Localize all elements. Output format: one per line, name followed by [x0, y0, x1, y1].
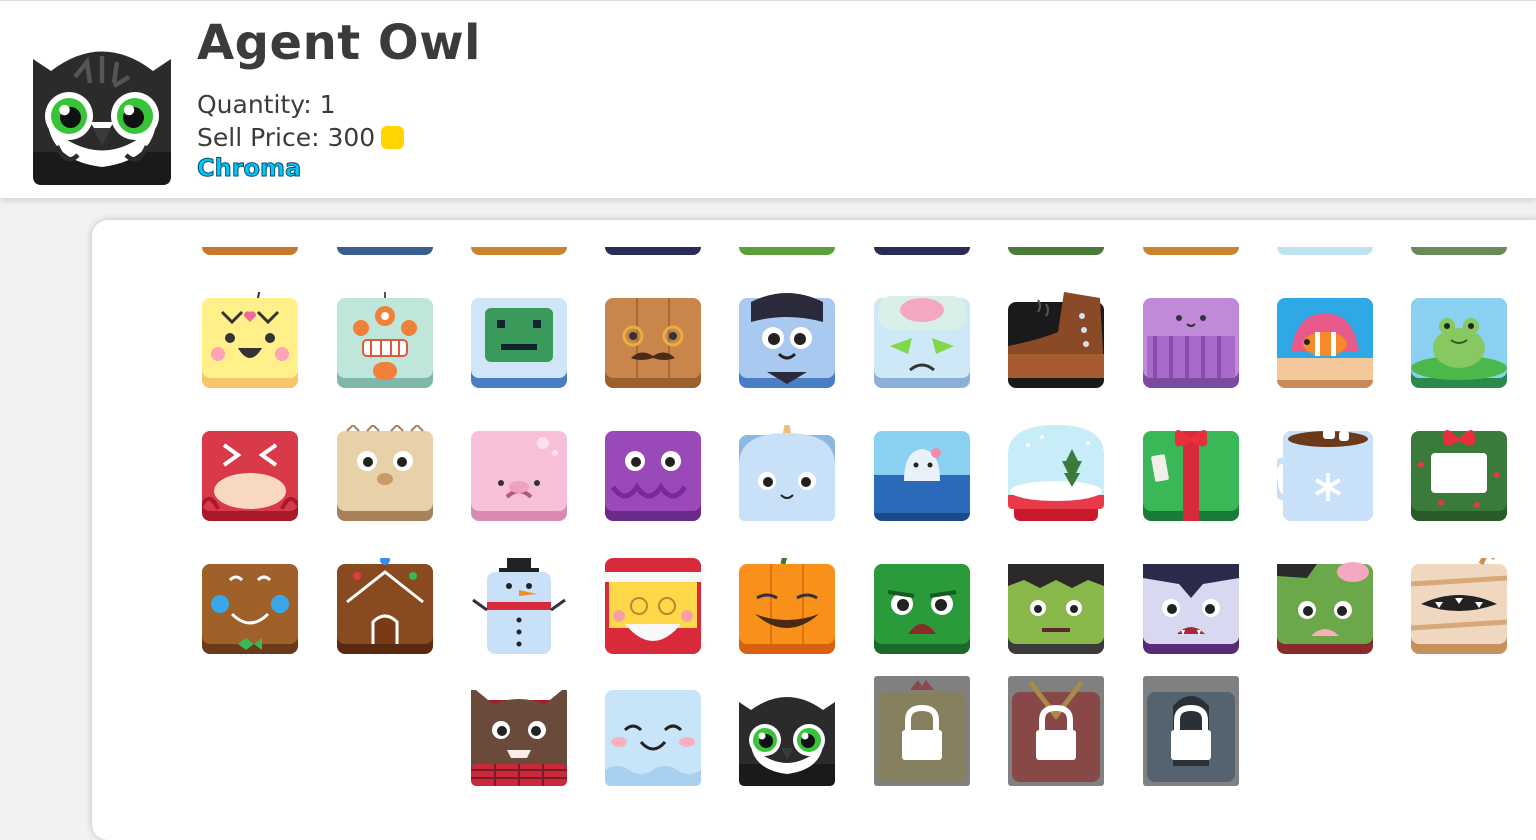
blook-lovely-bot[interactable]: [202, 292, 298, 388]
blook-snow-globe[interactable]: [1008, 425, 1104, 521]
blook-tile-partial[interactable]: [471, 247, 567, 255]
blook-santa-claus[interactable]: [605, 558, 701, 654]
blook-ghost[interactable]: [605, 690, 701, 786]
blook-crab[interactable]: [202, 425, 298, 521]
blook-frankenstein[interactable]: [1008, 558, 1104, 654]
blook-locked-2[interactable]: [1008, 676, 1104, 786]
sell-price-label: Sell Price: 300: [197, 123, 376, 152]
blook-pumpkin[interactable]: [739, 558, 835, 654]
blook-narwhal[interactable]: [739, 425, 835, 521]
sell-price-row: Sell Price: 300: [197, 122, 405, 154]
blook-gingerbread-house[interactable]: [337, 558, 433, 654]
blook-tile-partial[interactable]: [1277, 247, 1373, 255]
blook-clownfish[interactable]: [1277, 292, 1373, 388]
blook-holiday-gift[interactable]: [1143, 425, 1239, 521]
blook-tile-partial[interactable]: [337, 247, 433, 255]
blook-tile-partial[interactable]: [1008, 247, 1104, 255]
blook-zombie[interactable]: [1277, 558, 1373, 654]
blook-baby-shark[interactable]: [874, 425, 970, 521]
blook-grid-panel[interactable]: [92, 220, 1536, 840]
agent-owl-avatar: [30, 41, 174, 185]
blook-tile-partial[interactable]: [739, 247, 835, 255]
blook-agent-owl[interactable]: [739, 690, 835, 786]
blook-jellyfish[interactable]: [1143, 292, 1239, 388]
blook-blobfish[interactable]: [471, 425, 567, 521]
blook-holiday-wreath[interactable]: [1411, 425, 1507, 521]
blook-name: Agent Owl: [197, 15, 481, 71]
blook-snowman[interactable]: [471, 558, 567, 654]
blook-boot[interactable]: [1008, 292, 1104, 388]
quantity-label: Quantity: 1: [197, 90, 336, 119]
blook-werewolf[interactable]: [471, 690, 567, 786]
blook-locked-3[interactable]: [1143, 676, 1239, 786]
blook-happy-bot[interactable]: [471, 292, 567, 388]
blook-info-header: Agent Owl Quantity: 1 Sell Price: 300 Ch…: [0, 0, 1536, 198]
blook-octopus[interactable]: [605, 425, 701, 521]
blook-tile-partial[interactable]: [605, 247, 701, 255]
blook-locked-1[interactable]: [874, 676, 970, 786]
rarity-label: Chroma: [196, 154, 302, 183]
blook-tile-partial[interactable]: [874, 247, 970, 255]
blook-tile-partial[interactable]: [1143, 247, 1239, 255]
blook-brainy-bot[interactable]: [874, 292, 970, 388]
blook-buddy-bot[interactable]: [739, 292, 835, 388]
gold-coin-icon: [381, 125, 405, 149]
blook-frog[interactable]: [1411, 292, 1507, 388]
blook-tile-partial[interactable]: [1411, 247, 1507, 255]
blook-angry-bot[interactable]: [337, 292, 433, 388]
blook-mummy[interactable]: [1411, 558, 1507, 654]
blook-watson[interactable]: [605, 292, 701, 388]
blook-hot-chocolate[interactable]: [1277, 425, 1373, 521]
blook-pufferfish[interactable]: [337, 425, 433, 521]
blook-swamp-monster[interactable]: [874, 558, 970, 654]
blook-tile-partial[interactable]: [202, 247, 298, 255]
blook-vampire[interactable]: [1143, 558, 1239, 654]
blook-gingerbread-man[interactable]: [202, 558, 298, 654]
